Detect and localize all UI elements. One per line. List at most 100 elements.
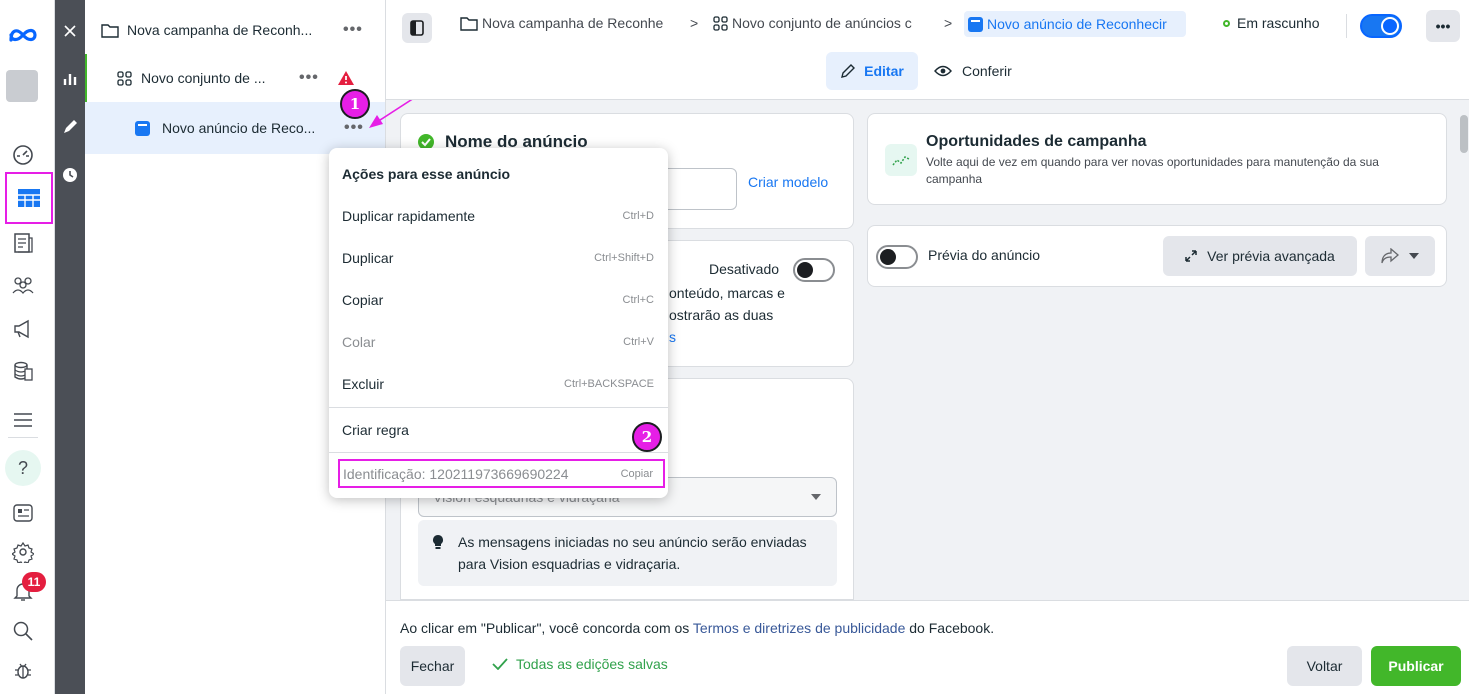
opportunities-card[interactable]: Oportunidades de campanha Volte aqui de … bbox=[867, 113, 1447, 205]
rail-divider bbox=[8, 437, 38, 438]
terms-link[interactable]: Termos e diretrizes de publicidade bbox=[693, 620, 905, 636]
breadcrumb-campaign[interactable]: Nova campanha de Reconhe bbox=[460, 15, 690, 31]
messaging-info-text: As mensagens iniciadas no seu anúncio se… bbox=[458, 534, 807, 572]
terms-suffix: do Facebook. bbox=[905, 620, 995, 636]
menu-item-label: Copiar bbox=[342, 292, 384, 308]
edit-pencil-icon[interactable] bbox=[55, 112, 85, 142]
partnership-learn-more-link[interactable]: s bbox=[669, 329, 676, 345]
annotation-step-2: 2 bbox=[632, 422, 662, 452]
menu-item-label: Duplicar bbox=[342, 250, 394, 266]
menu-item-paste[interactable]: Colar Ctrl+V bbox=[329, 321, 668, 363]
panel-toggle-icon[interactable] bbox=[402, 13, 432, 43]
advanced-preview-button[interactable]: Ver prévia avançada bbox=[1163, 236, 1357, 276]
checkmark-icon bbox=[492, 658, 508, 670]
advanced-preview-label: Ver prévia avançada bbox=[1207, 248, 1335, 264]
editor-footer: Ao clicar em "Publicar", você concorda c… bbox=[386, 600, 1469, 694]
eye-icon bbox=[934, 65, 952, 77]
menu-separator bbox=[329, 407, 668, 408]
copy-id-button[interactable]: Copiar bbox=[621, 468, 653, 480]
menu-item-shortcut: Ctrl+BACKSPACE bbox=[564, 378, 654, 390]
pencil-icon bbox=[841, 64, 856, 78]
edit-tab[interactable]: Editar bbox=[826, 52, 918, 90]
menu-icon[interactable] bbox=[8, 405, 38, 435]
campaigns-megaphone-icon[interactable] bbox=[8, 314, 38, 344]
menu-item-shortcut: Ctrl+C bbox=[622, 294, 654, 306]
billing-icon[interactable] bbox=[8, 356, 38, 386]
share-preview-button[interactable] bbox=[1365, 236, 1435, 276]
status-label: Em rascunho bbox=[1237, 15, 1320, 31]
search-icon[interactable] bbox=[8, 616, 38, 646]
lightbulb-icon bbox=[433, 535, 443, 549]
breadcrumb-adset-label: Novo conjunto de anúncios c bbox=[732, 15, 912, 31]
tree-item-ad-selected[interactable]: Novo anúncio de Reco... ••• bbox=[85, 102, 385, 154]
campaign-more-button[interactable]: ••• bbox=[343, 21, 363, 39]
menu-item-shortcut: Ctrl+V bbox=[623, 336, 654, 348]
folder-icon bbox=[460, 16, 478, 31]
terms-notice: Ao clicar em "Publicar", você concorda c… bbox=[400, 620, 994, 636]
breadcrumb-adset[interactable]: Novo conjunto de anúncios c bbox=[713, 15, 943, 31]
breadcrumb-ad[interactable]: Novo anúncio de Reconhecir bbox=[964, 11, 1186, 37]
breadcrumb-separator-icon: > bbox=[690, 15, 699, 31]
back-button[interactable]: Voltar bbox=[1287, 646, 1362, 686]
opportunities-description: Volte aqui de vez em quando para ver nov… bbox=[926, 155, 1379, 186]
menu-header: Ações para esse anúncio bbox=[342, 166, 511, 182]
close-icon[interactable] bbox=[55, 16, 85, 46]
ad-identification-row: Identificação: 120211973669690224 Copiar bbox=[338, 459, 665, 488]
review-tab[interactable]: Conferir bbox=[934, 52, 1034, 90]
dashboard-icon[interactable] bbox=[8, 140, 38, 170]
expand-icon bbox=[1185, 250, 1197, 262]
opportunities-title: Oportunidades de campanha bbox=[926, 133, 1147, 150]
breadcrumb-campaign-label: Nova campanha de Reconhe bbox=[482, 15, 664, 31]
ads-manager-icon[interactable] bbox=[5, 172, 53, 224]
menu-item-label: Excluir bbox=[342, 376, 385, 392]
notifications-count-badge: 11 bbox=[22, 572, 46, 592]
opportunities-trend-icon bbox=[885, 144, 917, 176]
account-avatar[interactable] bbox=[6, 70, 38, 102]
bug-report-icon[interactable] bbox=[8, 655, 38, 685]
news-icon[interactable] bbox=[8, 498, 38, 528]
header-more-button[interactable]: ••• bbox=[1426, 10, 1460, 42]
menu-item-copy[interactable]: Copiar Ctrl+C bbox=[329, 279, 668, 321]
partnership-text-line2: ostrarão as duas bbox=[669, 307, 774, 323]
menu-item-delete[interactable]: Excluir Ctrl+BACKSPACE bbox=[329, 363, 668, 405]
meta-logo-icon[interactable] bbox=[5, 20, 41, 50]
adset-grid-icon bbox=[713, 15, 728, 31]
charts-icon[interactable] bbox=[55, 64, 85, 94]
adset-more-button[interactable]: ••• bbox=[299, 69, 319, 87]
breadcrumb-ad-label: Novo anúncio de Reconhecir bbox=[987, 16, 1167, 32]
settings-gear-icon[interactable] bbox=[8, 537, 38, 567]
tree-item-campaign[interactable]: Nova campanha de Reconh... ••• bbox=[85, 6, 385, 54]
publish-button[interactable]: Publicar bbox=[1371, 646, 1461, 686]
menu-item-label: Criar regra bbox=[342, 422, 409, 438]
scrollbar-thumb[interactable] bbox=[1460, 115, 1468, 153]
partnership-toggle[interactable] bbox=[793, 258, 835, 282]
ad-preview-card: Prévia do anúncio Ver prévia avançada bbox=[867, 225, 1447, 287]
status-badge: Em rascunho bbox=[1223, 15, 1319, 31]
editor-header: Nova campanha de Reconhe > Novo conjunto… bbox=[386, 0, 1469, 100]
help-icon[interactable]: ? bbox=[5, 450, 41, 486]
main-scrollbar[interactable] bbox=[1459, 100, 1469, 600]
menu-item-quick-duplicate[interactable]: Duplicar rapidamente Ctrl+D bbox=[329, 195, 668, 237]
audiences-icon[interactable] bbox=[8, 270, 38, 300]
share-arrow-icon bbox=[1381, 248, 1399, 264]
partnership-toggle-label: Desativado bbox=[709, 261, 780, 277]
tree-item-adset[interactable]: Novo conjunto de ... ••• bbox=[85, 54, 385, 102]
terms-prefix: Ao clicar em "Publicar", você concorda c… bbox=[400, 620, 693, 636]
ad-icon bbox=[968, 16, 983, 32]
menu-item-shortcut: Ctrl+D bbox=[622, 210, 654, 222]
history-clock-icon[interactable] bbox=[55, 160, 85, 190]
pages-icon[interactable] bbox=[8, 228, 38, 258]
edit-tab-label: Editar bbox=[864, 63, 904, 79]
breadcrumb-separator-icon: > bbox=[944, 15, 953, 31]
menu-item-duplicate[interactable]: Duplicar Ctrl+Shift+D bbox=[329, 237, 668, 279]
close-button[interactable]: Fechar bbox=[400, 646, 465, 686]
menu-item-create-rule[interactable]: Criar regra bbox=[329, 409, 668, 451]
chevron-down-icon bbox=[811, 494, 821, 500]
review-tab-label: Conferir bbox=[962, 63, 1012, 79]
chevron-down-icon bbox=[1409, 253, 1419, 259]
ad-active-toggle[interactable] bbox=[1360, 14, 1402, 38]
menu-item-shortcut: Ctrl+Shift+D bbox=[594, 252, 654, 264]
menu-separator bbox=[329, 452, 668, 453]
ad-preview-toggle[interactable] bbox=[876, 245, 918, 269]
create-template-link[interactable]: Criar modelo bbox=[748, 174, 828, 190]
